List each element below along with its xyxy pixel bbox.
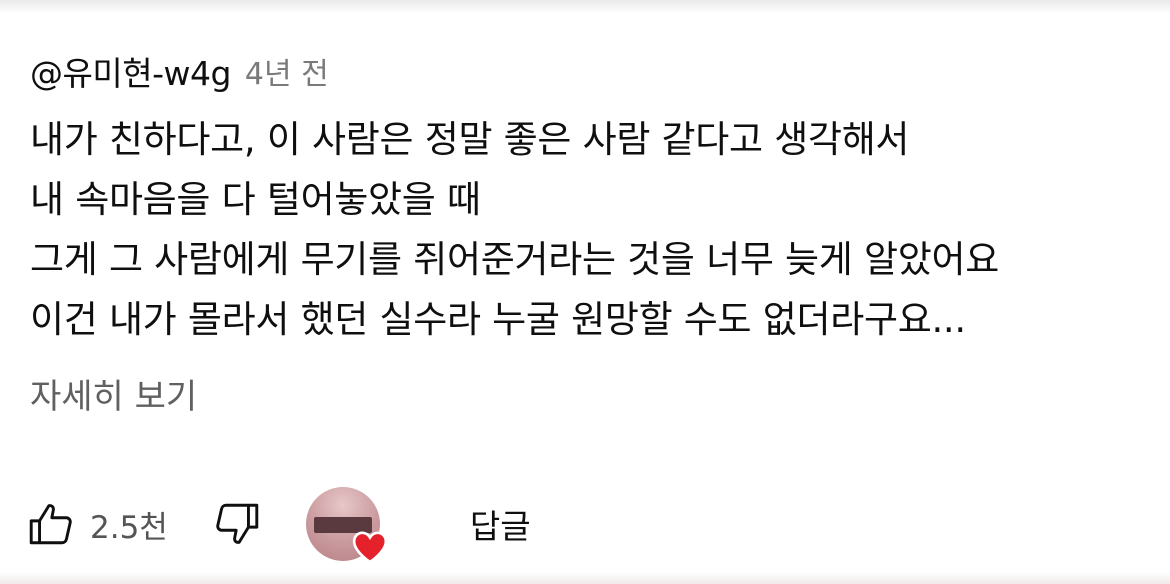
like-button[interactable]: 2.5천 bbox=[26, 499, 168, 549]
creator-heart[interactable] bbox=[305, 487, 387, 564]
thumbs-up-icon bbox=[26, 499, 76, 549]
dislike-button[interactable] bbox=[212, 499, 262, 549]
comment-actions: 2.5천 답글 bbox=[26, 486, 531, 564]
like-count: 2.5천 bbox=[90, 509, 168, 546]
comment: @유미현-w4g 4년 전 내가 친하다고, 이 사람은 정말 좋은 사람 같다… bbox=[30, 44, 1140, 420]
heart-icon bbox=[350, 527, 390, 567]
read-more-link[interactable]: 자세히 보기 bbox=[30, 374, 1140, 420]
thumbs-down-icon bbox=[212, 499, 262, 549]
comment-line-4: 이건 내가 몰라서 했던 실수라 누굴 원망할 수도 없더라구요... bbox=[30, 298, 966, 341]
comment-line-3: 그게 그 사람에게 무기를 쥐어준거라는 것을 너무 늦게 알았어요 bbox=[30, 238, 999, 281]
top-edge bbox=[0, 0, 1170, 14]
comment-line-2: 내 속마음을 다 털어놓았을 때 bbox=[30, 178, 481, 221]
reply-button[interactable]: 답글 bbox=[470, 500, 531, 548]
comment-body: 내가 친하다고, 이 사람은 정말 좋은 사람 같다고 생각해서 내 속마음을 … bbox=[30, 110, 1140, 350]
bottom-edge bbox=[0, 572, 1170, 584]
comment-header: @유미현-w4g 4년 전 bbox=[30, 44, 1140, 98]
comment-line-1: 내가 친하다고, 이 사람은 정말 좋은 사람 같다고 생각해서 bbox=[30, 118, 910, 161]
comment-time[interactable]: 4년 전 bbox=[245, 49, 329, 93]
comment-author[interactable]: @유미현-w4g bbox=[30, 47, 231, 95]
